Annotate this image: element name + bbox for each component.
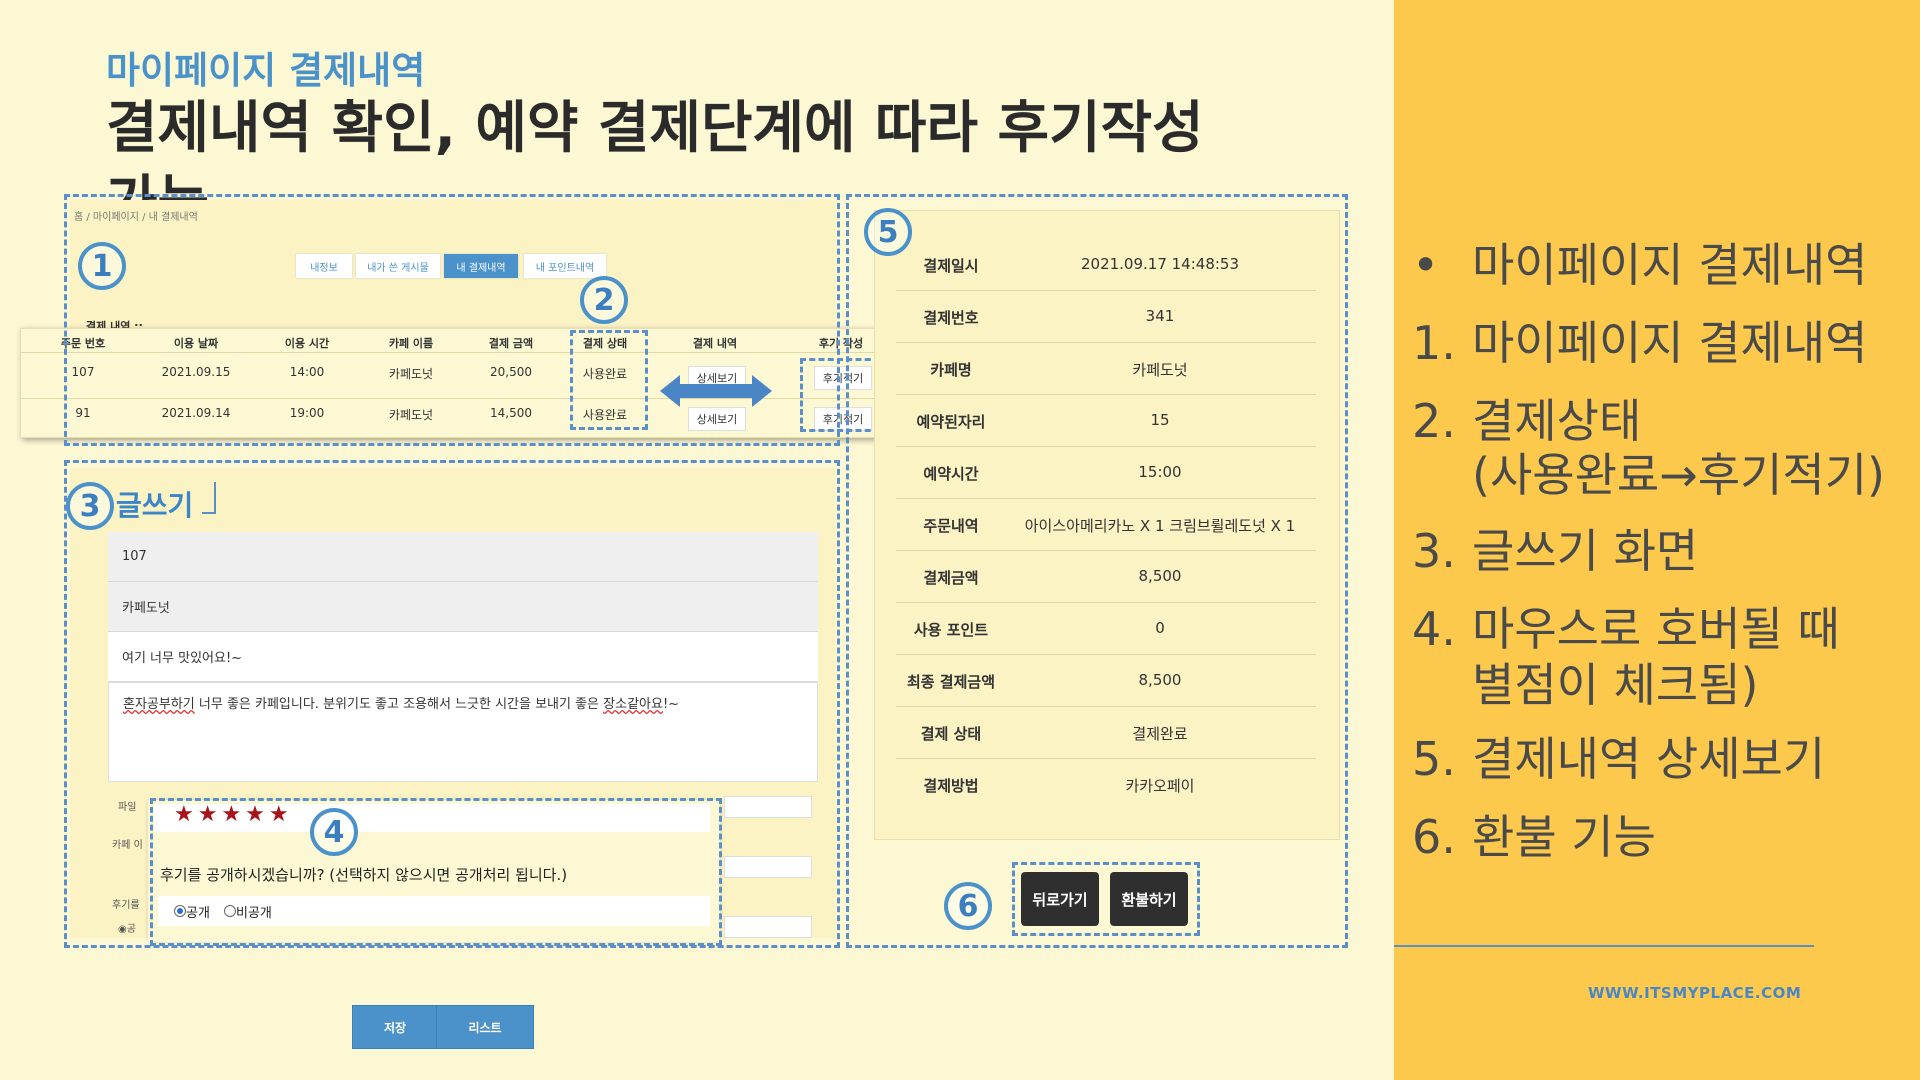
marker-5: 5 <box>864 208 912 256</box>
marker-4: 4 <box>310 808 358 856</box>
side-list-item: 3. 글쓰기 화면 <box>1412 524 1699 578</box>
save-button[interactable]: 저장 <box>352 1005 438 1049</box>
side-list-item: • 마이페이지 결제내역 <box>1412 238 1868 292</box>
side-list-item: (사용완료→후기적기) <box>1472 448 1885 502</box>
marker-2: 2 <box>580 276 628 324</box>
site-url: WWW.ITSMYPLACE.COM <box>1588 984 1802 1002</box>
side-list-item: 6. 환불 기능 <box>1412 810 1656 864</box>
marker-3: 3 <box>66 482 114 530</box>
marker-6: 6 <box>944 882 992 930</box>
slide-subtitle: 마이페이지 결제내역 <box>106 49 426 92</box>
side-list-item: 1. 마이페이지 결제내역 <box>1412 316 1868 370</box>
highlight-box-refund <box>1012 862 1200 936</box>
highlight-box-rating <box>150 798 722 946</box>
marker-1: 1 <box>78 242 126 290</box>
highlight-box-detail <box>846 194 1348 948</box>
list-button[interactable]: 리스트 <box>436 1005 534 1049</box>
highlight-box-mypage <box>64 194 840 446</box>
highlight-box-status <box>570 330 648 430</box>
side-list-item: 4. 마우스로 호버될 때 <box>1412 602 1840 656</box>
divider <box>1394 945 1814 947</box>
side-list-item: 별점이 체크됨) <box>1472 658 1759 712</box>
side-list-item: 5. 결제내역 상세보기 <box>1412 732 1826 786</box>
side-list-item: 2. 결제상태 <box>1412 394 1642 448</box>
